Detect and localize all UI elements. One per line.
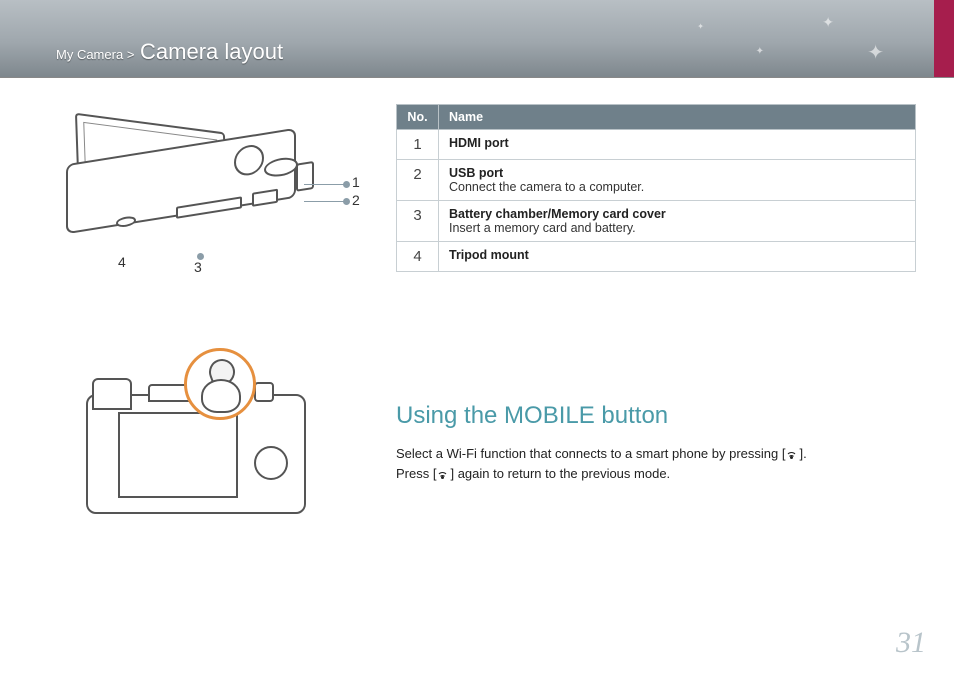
table-row: 1 HDMI port <box>397 130 916 160</box>
callout-3: 3 <box>194 259 202 275</box>
page-number: 31 <box>896 626 926 660</box>
section-body: Select a Wi-Fi function that connects to… <box>396 444 918 483</box>
table-row: 4 Tripod mount <box>397 242 916 272</box>
page-title: Camera layout <box>140 39 283 64</box>
breadcrumb: My Camera > Camera layout <box>56 39 283 65</box>
breadcrumb-section: My Camera <box>56 47 123 62</box>
breadcrumb-sep: > <box>127 47 135 62</box>
table-row: 2 USB portConnect the camera to a comput… <box>397 160 916 201</box>
wifi-icon <box>436 468 450 480</box>
callout-4: 4 <box>118 254 126 270</box>
camera-back-diagram <box>76 354 336 524</box>
wifi-icon <box>785 448 799 460</box>
parts-table: No. Name 1 HDMI port 2 USB portConnect t… <box>396 104 916 272</box>
th-no: No. <box>397 105 439 130</box>
th-name: Name <box>439 105 916 130</box>
mobile-button-zoom-icon <box>184 348 256 420</box>
page-header: ✦ ✦ ✦ ✦ My Camera > Camera layout <box>0 0 954 78</box>
section-heading: Using the MOBILE button <box>396 402 918 430</box>
callout-2: 2 <box>352 192 360 208</box>
table-row: 3 Battery chamber/Memory card coverInser… <box>397 201 916 242</box>
callout-1: 1 <box>352 174 360 190</box>
camera-bottom-diagram: 1 2 3 4 <box>56 104 346 274</box>
